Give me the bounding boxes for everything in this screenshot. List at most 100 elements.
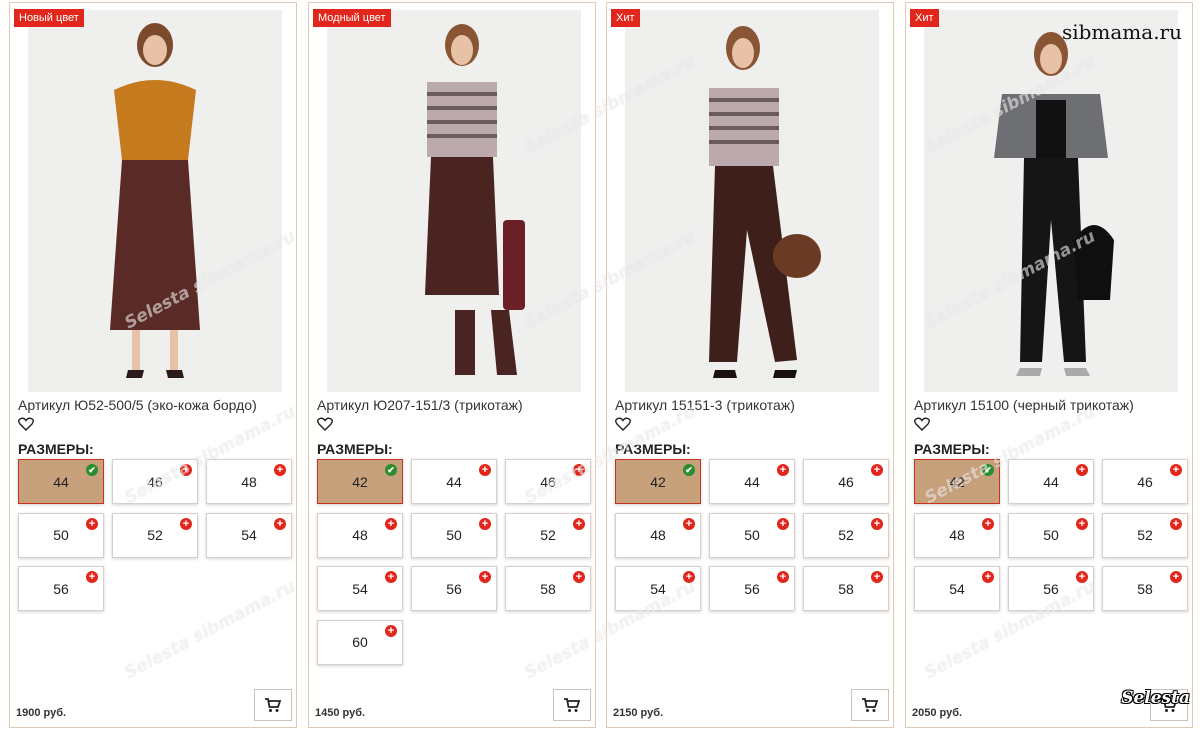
size-label: 58 bbox=[540, 580, 556, 597]
product-photo[interactable] bbox=[327, 10, 581, 392]
plus-icon: + bbox=[777, 464, 789, 476]
size-option[interactable]: 48 + bbox=[317, 512, 403, 558]
size-label: 50 bbox=[53, 527, 69, 543]
size-option[interactable]: 48 + bbox=[914, 512, 1000, 558]
product-card: Хит Артикул 15100 (черный трикотаж) РАЗМ… bbox=[905, 2, 1193, 728]
size-label: 42 bbox=[650, 473, 666, 490]
plus-icon: + bbox=[274, 464, 286, 476]
size-option[interactable]: 54 + bbox=[206, 512, 292, 558]
product-photo[interactable] bbox=[625, 10, 879, 392]
heart-icon[interactable] bbox=[18, 417, 34, 431]
heart-icon[interactable] bbox=[317, 417, 333, 431]
size-label: 44 bbox=[446, 473, 462, 490]
size-option[interactable]: 46 + bbox=[1102, 459, 1188, 504]
plus-icon: + bbox=[982, 517, 994, 530]
size-option[interactable]: 58 + bbox=[1102, 566, 1188, 611]
size-option[interactable]: 56 + bbox=[18, 566, 104, 611]
plus-icon: + bbox=[871, 517, 883, 530]
product-price: 1450 руб. bbox=[315, 707, 366, 719]
plus-icon: + bbox=[479, 571, 491, 583]
size-option[interactable]: 58 + bbox=[505, 566, 591, 611]
plus-icon: + bbox=[777, 517, 789, 530]
product-title[interactable]: Артикул 15100 (черный трикотаж) bbox=[914, 397, 1186, 413]
product-title[interactable]: Артикул Ю207-151/3 (трикотаж) bbox=[317, 397, 589, 413]
size-label: 56 bbox=[446, 580, 462, 597]
plus-icon: + bbox=[1170, 517, 1182, 530]
size-option[interactable]: 46 + bbox=[112, 459, 198, 504]
size-option[interactable]: 44 + bbox=[1008, 459, 1094, 504]
size-option[interactable]: 54 + bbox=[914, 566, 1000, 611]
plus-icon: + bbox=[573, 517, 585, 530]
size-option[interactable]: 52 + bbox=[803, 512, 889, 558]
plus-icon: + bbox=[871, 464, 883, 476]
sizes-heading: РАЗМЕРЫ: bbox=[18, 441, 94, 457]
size-label: 54 bbox=[241, 527, 257, 543]
sizes-heading: РАЗМЕРЫ: bbox=[317, 441, 393, 457]
plus-icon: + bbox=[274, 517, 286, 530]
size-option[interactable]: 48 + bbox=[206, 459, 292, 504]
model-illustration bbox=[327, 10, 581, 392]
sizes-heading: РАЗМЕРЫ: bbox=[914, 441, 990, 457]
plus-icon: + bbox=[683, 517, 695, 530]
size-option[interactable]: 44 + bbox=[709, 459, 795, 504]
size-option[interactable]: 58 + bbox=[803, 566, 889, 611]
plus-icon: + bbox=[982, 571, 994, 583]
size-label: 48 bbox=[241, 473, 257, 490]
product-badge: Хит bbox=[611, 9, 640, 27]
size-option[interactable]: 44 ✔ bbox=[18, 459, 104, 504]
size-option[interactable]: 42 ✔ bbox=[914, 459, 1000, 504]
size-option[interactable]: 56 + bbox=[709, 566, 795, 611]
plus-icon: + bbox=[573, 464, 585, 476]
add-to-cart-button[interactable] bbox=[254, 689, 292, 721]
size-label: 54 bbox=[650, 580, 666, 597]
plus-icon: + bbox=[1076, 464, 1088, 476]
size-option[interactable]: 50 + bbox=[1008, 512, 1094, 558]
size-option[interactable]: 52 + bbox=[1102, 512, 1188, 558]
size-option[interactable]: 50 + bbox=[411, 512, 497, 558]
size-label: 42 bbox=[352, 473, 368, 490]
size-label: 46 bbox=[147, 473, 163, 490]
size-option[interactable]: 52 + bbox=[112, 512, 198, 558]
size-option[interactable]: 54 + bbox=[317, 566, 403, 611]
size-option[interactable]: 54 + bbox=[615, 566, 701, 611]
size-label: 46 bbox=[838, 473, 854, 490]
size-label: 46 bbox=[540, 473, 556, 490]
product-card: Новый цвет Артикул Ю52-500/5 (эко-кожа б… bbox=[9, 2, 297, 728]
plus-icon: + bbox=[385, 624, 397, 637]
size-option[interactable]: 42 ✔ bbox=[615, 459, 701, 504]
cart-icon bbox=[265, 697, 281, 712]
heart-icon[interactable] bbox=[615, 417, 631, 431]
site-watermark: sibmama.ru bbox=[1061, 20, 1182, 44]
size-label: 46 bbox=[1137, 473, 1153, 490]
model-illustration bbox=[924, 10, 1178, 392]
check-icon: ✔ bbox=[385, 464, 397, 476]
size-option[interactable]: 44 + bbox=[411, 459, 497, 504]
size-label: 48 bbox=[352, 527, 368, 543]
plus-icon: + bbox=[1170, 464, 1182, 476]
product-photo[interactable] bbox=[924, 10, 1178, 392]
size-option[interactable]: 46 + bbox=[803, 459, 889, 504]
product-badge: Хит bbox=[910, 9, 939, 27]
size-option[interactable]: 42 ✔ bbox=[317, 459, 403, 504]
product-photo[interactable] bbox=[28, 10, 282, 392]
product-title[interactable]: Артикул Ю52-500/5 (эко-кожа бордо) bbox=[18, 397, 290, 413]
product-title[interactable]: Артикул 15151-3 (трикотаж) bbox=[615, 397, 887, 413]
size-option[interactable]: 56 + bbox=[1008, 566, 1094, 611]
product-card: Хит Артикул 15151-3 (трикотаж) РАЗМЕРЫ: … bbox=[606, 2, 894, 728]
add-to-cart-button[interactable] bbox=[553, 689, 591, 721]
size-option[interactable]: 46 + bbox=[505, 459, 591, 504]
size-option[interactable]: 50 + bbox=[18, 512, 104, 558]
size-option[interactable]: 56 + bbox=[411, 566, 497, 611]
size-option[interactable]: 50 + bbox=[709, 512, 795, 558]
plus-icon: + bbox=[1076, 571, 1088, 583]
add-to-cart-button[interactable] bbox=[851, 689, 889, 721]
plus-icon: + bbox=[180, 517, 192, 530]
size-option[interactable]: 48 + bbox=[615, 512, 701, 558]
size-option[interactable]: 52 + bbox=[505, 512, 591, 558]
product-badge: Новый цвет bbox=[14, 9, 84, 27]
heart-icon[interactable] bbox=[914, 417, 930, 431]
size-label: 50 bbox=[1043, 527, 1059, 543]
size-label: 42 bbox=[949, 473, 965, 490]
size-option[interactable]: 60 + bbox=[317, 619, 403, 665]
logo-watermark: Selesta bbox=[1121, 688, 1190, 708]
